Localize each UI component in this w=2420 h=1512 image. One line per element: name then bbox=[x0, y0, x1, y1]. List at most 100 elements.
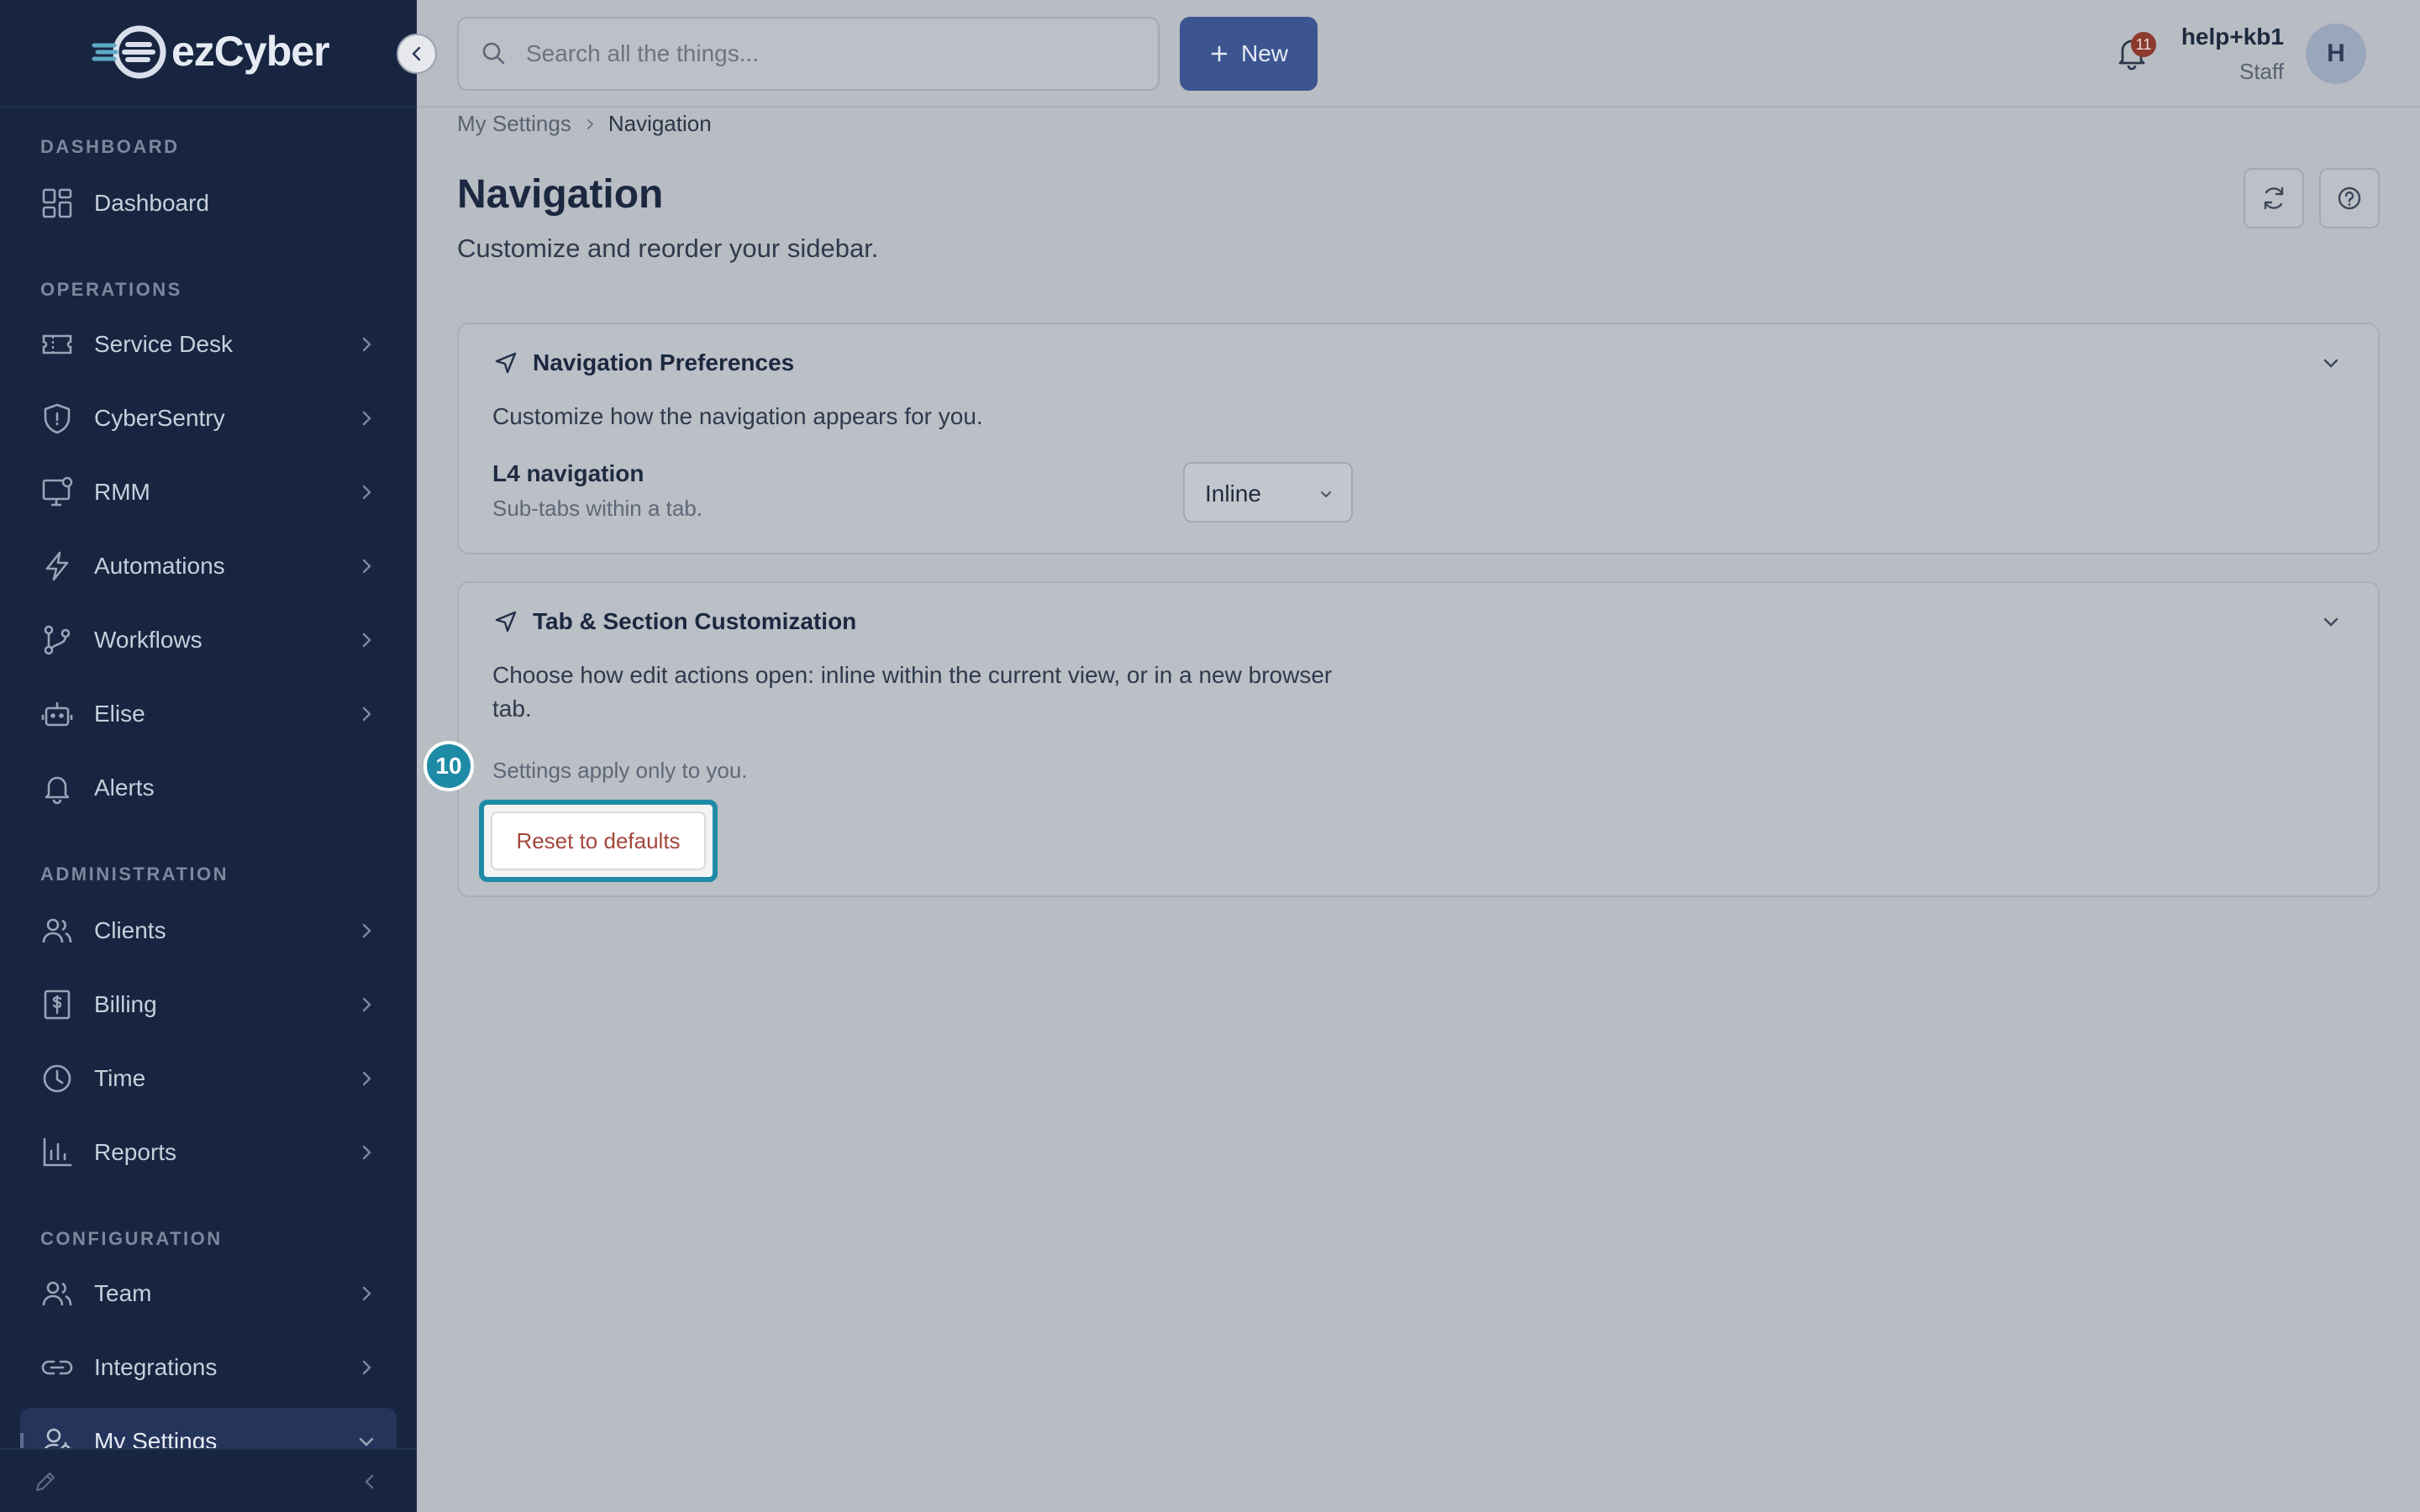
chevron-right-icon bbox=[362, 706, 371, 722]
avatar[interactable]: H bbox=[2306, 24, 2366, 84]
section-configuration: CONFIGURATION bbox=[40, 1228, 223, 1249]
shield-icon bbox=[44, 403, 71, 434]
ticket-icon bbox=[42, 334, 72, 354]
sidebar: ezCyber DASHBOARD Dashboard OPERATIONS S… bbox=[0, 0, 437, 1512]
sidebar-item-alerts[interactable]: Alerts bbox=[20, 754, 397, 822]
chevron-right-icon bbox=[362, 337, 371, 352]
chevron-right-icon bbox=[362, 633, 371, 648]
breadcrumb-parent[interactable]: My Settings bbox=[457, 111, 571, 137]
sidebar-item-label: Workflows bbox=[94, 627, 203, 653]
sidebar-item-label: Dashboard bbox=[94, 190, 209, 216]
help-button[interactable] bbox=[2319, 168, 2380, 228]
card-header[interactable]: Tab & Section Customization bbox=[492, 608, 856, 635]
search-icon bbox=[482, 42, 505, 65]
section-operations: OPERATIONS bbox=[40, 279, 182, 300]
l4-navigation-select[interactable]: Inline bbox=[1183, 462, 1353, 522]
sidebar-item-clients[interactable]: Clients bbox=[20, 897, 397, 964]
chevron-right-icon bbox=[362, 997, 371, 1012]
page-title: Navigation bbox=[457, 172, 664, 217]
logo-area: ezCyber bbox=[0, 0, 417, 108]
chevron-right-icon bbox=[362, 1145, 371, 1160]
chevron-down-icon[interactable] bbox=[2317, 349, 2344, 376]
chevron-right-icon bbox=[362, 1286, 371, 1301]
pencil-icon[interactable] bbox=[32, 1468, 59, 1495]
plus-icon bbox=[1211, 45, 1228, 62]
settings-scope-note: Settings apply only to you. bbox=[492, 758, 748, 783]
lightning-icon bbox=[45, 551, 69, 581]
sidebar-item-automations[interactable]: Automations bbox=[20, 533, 397, 600]
navigation-preferences-card: Navigation Preferences Customize how the… bbox=[457, 323, 2380, 554]
card-header[interactable]: Navigation Preferences bbox=[492, 349, 794, 376]
refresh-button[interactable] bbox=[2244, 168, 2304, 228]
help-circle-icon bbox=[2338, 186, 2361, 210]
chevron-right-icon bbox=[362, 559, 371, 574]
tab-section-customization-card: Tab & Section Customization Choose how e… bbox=[457, 581, 2380, 897]
chevron-right-icon bbox=[362, 411, 371, 426]
chevron-right-icon bbox=[362, 1360, 371, 1375]
sidebar-item-label: Alerts bbox=[94, 774, 155, 801]
chevron-right-icon bbox=[362, 485, 371, 500]
sidebar-item-integrations[interactable]: Integrations bbox=[20, 1334, 397, 1401]
team-icon bbox=[42, 1281, 72, 1306]
refresh-icon bbox=[2264, 186, 2284, 210]
sidebar-item-team[interactable]: Team bbox=[20, 1260, 397, 1327]
clock-icon bbox=[43, 1064, 71, 1093]
sidebar-item-label: Reports bbox=[94, 1139, 177, 1165]
users-icon bbox=[42, 918, 72, 943]
breadcrumb-separator-icon bbox=[587, 118, 594, 129]
breadcrumb-current: Navigation bbox=[608, 111, 712, 136]
sidebar-item-rmm[interactable]: RMM bbox=[20, 459, 397, 526]
user-role: Staff bbox=[2238, 59, 2284, 84]
reset-to-defaults-button[interactable]: Reset to defaults bbox=[491, 811, 706, 870]
topbar: New 11 help+kb1 Staff H bbox=[417, 0, 2420, 108]
monitor-icon bbox=[42, 476, 73, 507]
dashboard-grid-icon bbox=[42, 188, 72, 218]
search-box[interactable] bbox=[457, 17, 1160, 91]
sidebar-item-label: Time bbox=[94, 1065, 146, 1091]
sidebar-item-reports[interactable]: Reports bbox=[20, 1119, 397, 1186]
card-description: Choose how edit actions open: inline wit… bbox=[492, 662, 1333, 722]
brand-name: ezCyber bbox=[171, 28, 330, 75]
page-subtitle: Customize and reorder your sidebar. bbox=[457, 234, 879, 263]
sidebar-item-label: RMM bbox=[94, 479, 150, 505]
tutorial-step-badge: 10 bbox=[424, 741, 474, 791]
ezcyber-logo-icon bbox=[92, 25, 166, 79]
l4-navigation-hint: Sub-tabs within a tab. bbox=[492, 496, 703, 521]
sidebar-item-dashboard[interactable]: Dashboard bbox=[20, 170, 397, 237]
chevron-right-icon bbox=[362, 1071, 371, 1086]
navigation-arrow-icon bbox=[495, 352, 517, 374]
collapse-sidebar-button[interactable] bbox=[397, 34, 437, 74]
sidebar-item-label: Service Desk bbox=[94, 331, 233, 357]
l4-navigation-label: L4 navigation bbox=[492, 460, 644, 486]
sidebar-item-label: CyberSentry bbox=[94, 405, 225, 431]
sidebar-item-label: Billing bbox=[94, 991, 157, 1017]
sidebar-item-label: Integrations bbox=[94, 1354, 218, 1380]
notification-count-badge: 11 bbox=[2131, 32, 2156, 57]
sidebar-item-billing[interactable]: Billing bbox=[20, 971, 397, 1038]
chevron-down-icon[interactable] bbox=[2317, 608, 2344, 635]
sidebar-item-service-desk[interactable]: Service Desk bbox=[20, 311, 397, 378]
navigation-arrow-icon bbox=[495, 611, 517, 633]
git-branch-icon bbox=[44, 625, 71, 655]
bar-chart-icon bbox=[43, 1137, 72, 1167]
chevron-left-icon[interactable] bbox=[358, 1470, 381, 1494]
sidebar-item-label: Team bbox=[94, 1280, 152, 1306]
robot-icon bbox=[41, 702, 73, 727]
sidebar-item-elise[interactable]: Elise bbox=[20, 680, 397, 748]
card-title: Navigation Preferences bbox=[533, 349, 795, 375]
tutorial-highlight: Reset to defaults bbox=[479, 800, 718, 882]
sidebar-footer bbox=[0, 1448, 417, 1512]
sidebar-item-time[interactable]: Time bbox=[20, 1045, 397, 1112]
section-dashboard: DASHBOARD bbox=[40, 136, 180, 157]
sidebar-item-workflows[interactable]: Workflows bbox=[20, 606, 397, 674]
chevron-down-icon bbox=[1321, 491, 1331, 498]
new-button[interactable]: New bbox=[1180, 17, 1318, 91]
dollar-receipt-icon bbox=[44, 990, 71, 1020]
sidebar-item-label: Clients bbox=[94, 917, 166, 943]
sidebar-item-label: Elise bbox=[94, 701, 145, 727]
select-value: Inline bbox=[1205, 480, 1261, 507]
search-input[interactable] bbox=[526, 35, 1131, 72]
sidebar-item-cybersentry[interactable]: CyberSentry bbox=[20, 385, 397, 452]
sidebar-item-label: Automations bbox=[94, 553, 225, 579]
bell-icon bbox=[45, 776, 70, 805]
